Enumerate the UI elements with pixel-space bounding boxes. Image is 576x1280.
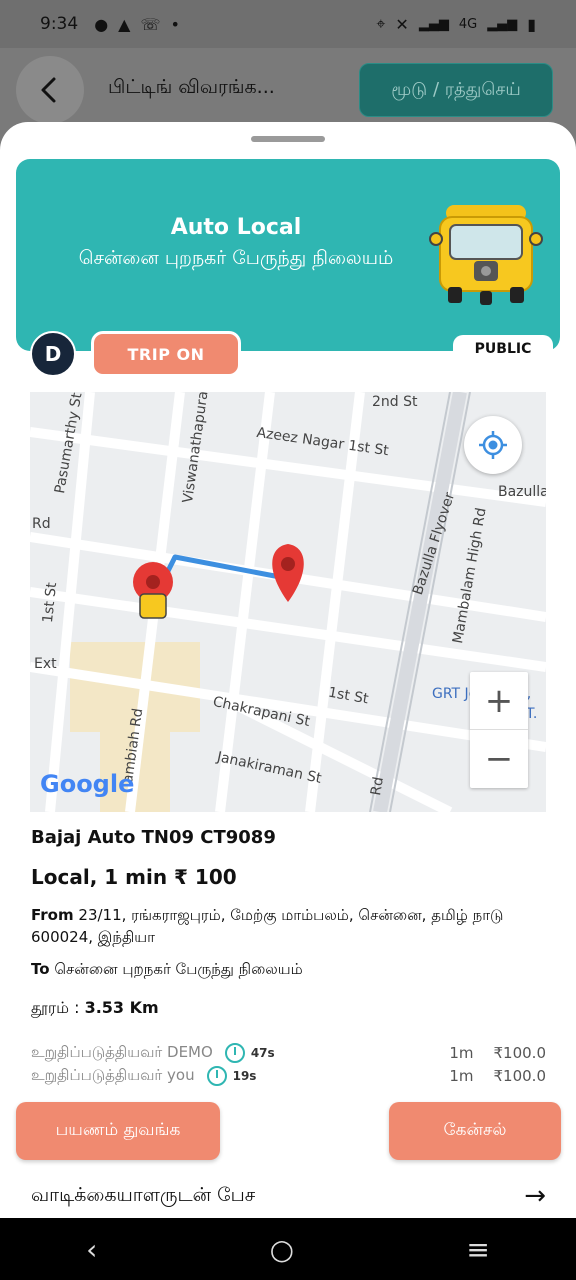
price: ₹100.0: [493, 1067, 547, 1085]
map-view[interactable]: Pasumarthy St Viswanathapura 2nd St Azee…: [30, 392, 546, 812]
clock-icon: [224, 1043, 245, 1063]
clock-icon: [206, 1066, 227, 1086]
confirmation-row: உறுதிப்படுத்தியவர் you 19s 1m ₹100.0: [31, 1065, 546, 1087]
from-label: From: [31, 906, 74, 924]
drop-address: To சென்னை புறநகர் பேருந்து நிலையம்: [31, 960, 303, 980]
vehicle-name: Bajaj Auto TN09 CT9089: [31, 827, 276, 848]
location-icon: ⌖: [376, 14, 386, 33]
banner-subtitle: சென்னை புறநகர் பேருந்து நிலையம்: [78, 247, 394, 269]
cancel-button[interactable]: கேன்சல்: [389, 1102, 561, 1160]
duration: 1m: [449, 1044, 474, 1062]
trip-status-badge: TRIP ON: [91, 331, 241, 377]
signal-icon-2: ▂▄▆: [487, 16, 518, 32]
elapsed-seconds: 47s: [250, 1046, 275, 1060]
nav-back-icon[interactable]: ‹: [86, 1233, 97, 1266]
crosshair-icon: [479, 431, 507, 459]
avatar: D: [30, 331, 76, 377]
to-label: To: [31, 960, 50, 978]
confirmed-by-label: உறுதிப்படுத்தியவர் you: [31, 1066, 195, 1084]
page-title: பிட்டிங் விவரங்க...: [108, 76, 275, 98]
signal-icon: ▂▄▆: [418, 16, 449, 32]
mute-icon: ✕: [395, 14, 409, 34]
warning-icon: ▲: [118, 14, 131, 34]
chat-label: வாடிக்கையாளருடன் பேச: [31, 1183, 256, 1206]
confirmation-row: உறுதிப்படுத்தியவர் DEMO 47s 1m ₹100.0: [31, 1042, 546, 1064]
battery-icon: ▮: [527, 14, 536, 34]
visibility-badge: PUBLIC: [453, 335, 553, 363]
destination-pin: [272, 544, 304, 602]
status-bar: 9:34 ● ▲ ☏ • ⌖ ✕ ▂▄▆ 4G ▂▄▆ ▮: [0, 0, 576, 48]
trip-summary: Local, 1 min ₹ 100: [31, 865, 237, 889]
banner-title: Auto Local: [170, 215, 302, 240]
zoom-controls: + −: [470, 672, 528, 788]
vehicle-marker-icon: [139, 593, 167, 619]
map-label: Rd: [32, 516, 51, 532]
distance-label: தூரம் :: [31, 998, 80, 1017]
distance-value: 3.53 Km: [84, 998, 159, 1017]
map-label: Rd: [368, 775, 387, 797]
system-nav-bar: ‹ ○ ≡: [0, 1218, 576, 1280]
map-label: Bazulla: [498, 484, 546, 500]
drag-handle[interactable]: [251, 136, 325, 142]
zoom-out-button[interactable]: −: [470, 730, 528, 788]
distance: தூரம் : 3.53 Km: [31, 998, 159, 1019]
auto-rickshaw-icon: [429, 205, 543, 305]
google-logo-text: Google: [40, 770, 135, 798]
nav-home-icon[interactable]: ○: [270, 1233, 294, 1266]
missed-call-icon: ☏: [140, 14, 161, 34]
chat-with-customer-row[interactable]: வாடிக்கையாளருடன் பேச →: [31, 1180, 546, 1212]
back-arrow-icon: [41, 77, 56, 103]
route-banner: Auto Local சென்னை புறநகர் பேருந்து நிலைய…: [16, 159, 560, 351]
arrow-right-icon: →: [524, 1181, 546, 1211]
price: ₹100.0: [493, 1044, 547, 1062]
back-button[interactable]: [16, 56, 84, 124]
google-logo: Google: [40, 770, 134, 798]
map-label: Ext: [34, 656, 57, 672]
map-label: 2nd St: [372, 394, 418, 410]
my-location-button[interactable]: [464, 416, 522, 474]
network-type: 4G: [458, 16, 478, 32]
bid-details-sheet: Auto Local சென்னை புறநகர் பேருந்து நிலைய…: [0, 122, 576, 1218]
pickup-address: From 23/11, ரங்கராஜபுரம், மேற்கு மாம்பலம…: [31, 904, 551, 948]
to-text: சென்னை புறநகர் பேருந்து நிலையம்: [54, 960, 303, 978]
status-time: 9:34: [40, 14, 79, 34]
duration: 1m: [449, 1067, 474, 1085]
zoom-in-button[interactable]: +: [470, 672, 528, 730]
elapsed-seconds: 19s: [232, 1069, 257, 1083]
close-cancel-button[interactable]: மூடு / ரத்துசெய்: [359, 63, 553, 117]
start-trip-button[interactable]: பயணம் துவங்க: [16, 1102, 220, 1160]
dot-icon: •: [170, 14, 180, 34]
nav-menu-icon[interactable]: ≡: [466, 1233, 489, 1266]
from-text: 23/11, ரங்கராஜபுரம், மேற்கு மாம்பலம், செ…: [31, 906, 504, 946]
confirmed-by-label: உறுதிப்படுத்தியவர் DEMO: [31, 1043, 213, 1061]
message-icon: ●: [94, 14, 109, 34]
